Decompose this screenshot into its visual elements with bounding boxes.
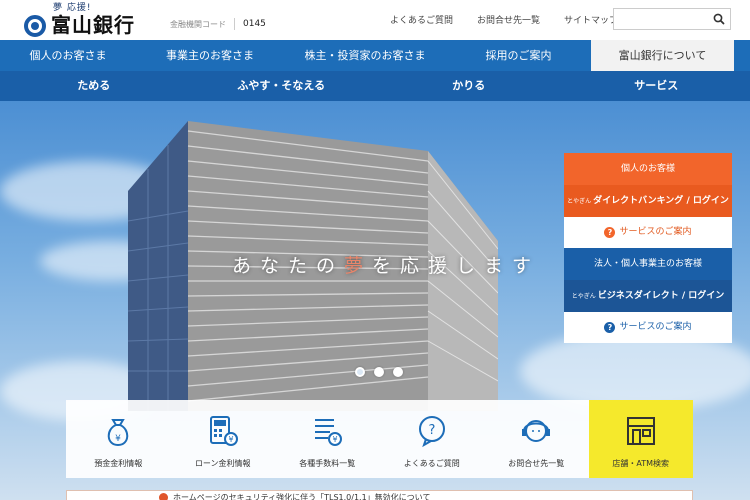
quick-link-tiles: ¥ 預金金利情報 ¥ ローン金利情報 ¥ 各種手数料一覧 ? よくあるご質問 お…: [66, 400, 693, 478]
carousel-dot[interactable]: [374, 367, 384, 377]
slogan-text-accent: 夢: [344, 255, 373, 277]
personal-service-guide-link[interactable]: ? サービスのご案内: [564, 217, 732, 248]
service-guide-label: サービスのご案内: [619, 227, 692, 237]
svg-text:¥: ¥: [333, 435, 338, 444]
utility-links: よくあるご質問 お問合せ先一覧 サイトマップ: [390, 13, 642, 26]
tile-loan-rates[interactable]: ¥ ローン金利情報: [171, 400, 276, 478]
bank-code-label: 金融機関コード: [170, 19, 226, 29]
nav-item-recruit[interactable]: 採用のご案内: [446, 40, 591, 71]
business-panel-heading: 法人・個人事業主のお客様: [564, 248, 732, 280]
nav-item-invest[interactable]: ふやす・そなえる: [188, 71, 376, 101]
tile-label: 預金金利情報: [94, 459, 143, 468]
logo-name: 富山銀行: [51, 13, 135, 37]
bank-logo-mark-icon: [24, 14, 46, 37]
tile-label: よくあるご質問: [403, 459, 460, 468]
nav-item-business[interactable]: 事業主のお客さま: [136, 40, 284, 71]
nav-item-save[interactable]: ためる: [0, 71, 188, 101]
service-label: ビジネスダイレクト / ログイン: [597, 291, 725, 301]
list-yen-icon: ¥: [315, 419, 343, 446]
tile-label: 店舗・ATM検索: [612, 459, 670, 468]
login-panel: 個人のお客様 とやぎん ダイレクトバンキング / ログイン ? サービスのご案内 …: [564, 153, 732, 343]
tile-faq[interactable]: ? よくあるご質問: [380, 400, 485, 478]
service-prefix: とやぎん: [571, 293, 596, 300]
tile-label: 各種手数料一覧: [299, 459, 356, 468]
nav-item-investors[interactable]: 株主・投資家のお客さま: [284, 40, 446, 71]
svg-text:¥: ¥: [115, 434, 121, 444]
question-icon: ?: [604, 322, 616, 333]
svg-text:¥: ¥: [228, 435, 233, 444]
service-prefix: とやぎん: [567, 198, 592, 205]
alert-icon: [159, 493, 168, 500]
tile-label: ローン金利情報: [194, 459, 251, 468]
hero-slogan: あなたの夢を応援します: [232, 251, 540, 278]
nav-item-services[interactable]: サービス: [563, 71, 750, 101]
nav-item-personal[interactable]: 個人のお客さま: [0, 40, 136, 71]
primary-nav: 個人のお客さま 事業主のお客さま 株主・投資家のお客さま 採用のご案内 富山銀行…: [0, 40, 750, 71]
carousel-dot[interactable]: [355, 367, 365, 377]
carousel-dot[interactable]: [393, 367, 403, 377]
business-service-guide-link[interactable]: ? サービスのご案内: [564, 312, 732, 343]
personal-direct-banking-login[interactable]: とやぎん ダイレクトバンキング / ログイン: [564, 185, 732, 217]
secondary-nav: ためる ふやす・そなえる かりる サービス: [0, 71, 750, 101]
tile-contact[interactable]: お問合せ先一覧: [484, 400, 589, 478]
tile-branch-atm-search[interactable]: 店舗・ATM検索: [588, 400, 693, 478]
personal-panel-heading: 個人のお客様: [564, 153, 732, 185]
bank-code-value: 0145: [243, 19, 266, 29]
notice-text: ホームページのセキュリティ強化に伴う「TLS1.0/1.1」無効化について: [173, 493, 431, 500]
question-bubble-icon: ?: [418, 416, 445, 448]
question-icon: ?: [604, 227, 616, 238]
hero-banner: あなたの夢を応援します 個人のお客様 とやぎん ダイレクトバンキング / ログイン…: [0, 101, 750, 500]
search-icon[interactable]: [712, 12, 726, 26]
atm-store-icon: [626, 417, 655, 445]
search-input[interactable]: [613, 8, 731, 30]
util-link-faq[interactable]: よくあるご質問: [390, 13, 453, 26]
svg-text:?: ?: [428, 423, 435, 438]
headset-operator-icon: [522, 420, 551, 442]
nav-item-borrow[interactable]: かりる: [375, 71, 563, 101]
tile-fee-list[interactable]: ¥ 各種手数料一覧: [275, 400, 380, 478]
tile-deposit-rates[interactable]: ¥ 預金金利情報: [66, 400, 171, 478]
slogan-text-post: を応援します: [372, 255, 541, 277]
calculator-yen-icon: ¥: [209, 416, 238, 446]
site-header: 夢 応援! 富山銀行 金融機関コード 0145 よくあるご質問 お問合せ先一覧 …: [0, 0, 750, 40]
slogan-text-pre: あなたの: [232, 255, 345, 277]
carousel-dots: [355, 367, 412, 377]
bank-logo[interactable]: 夢 応援! 富山銀行: [24, 3, 135, 37]
bank-code: 金融機関コード 0145: [170, 18, 266, 30]
nav-item-about[interactable]: 富山銀行について: [591, 40, 734, 71]
service-guide-label: サービスのご案内: [619, 322, 692, 332]
divider: [234, 18, 235, 30]
money-bag-yen-icon: ¥: [108, 419, 129, 447]
business-direct-login[interactable]: とやぎん ビジネスダイレクト / ログイン: [564, 280, 732, 312]
notice-banner[interactable]: ホームページのセキュリティ強化に伴う「TLS1.0/1.1」無効化について: [66, 490, 693, 500]
util-link-contact[interactable]: お問合せ先一覧: [477, 13, 540, 26]
util-link-sitemap[interactable]: サイトマップ: [564, 13, 618, 26]
tile-label: お問合せ先一覧: [508, 459, 565, 468]
service-label: ダイレクトバンキング / ログイン: [593, 196, 729, 206]
sky-cloud: [520, 331, 750, 411]
